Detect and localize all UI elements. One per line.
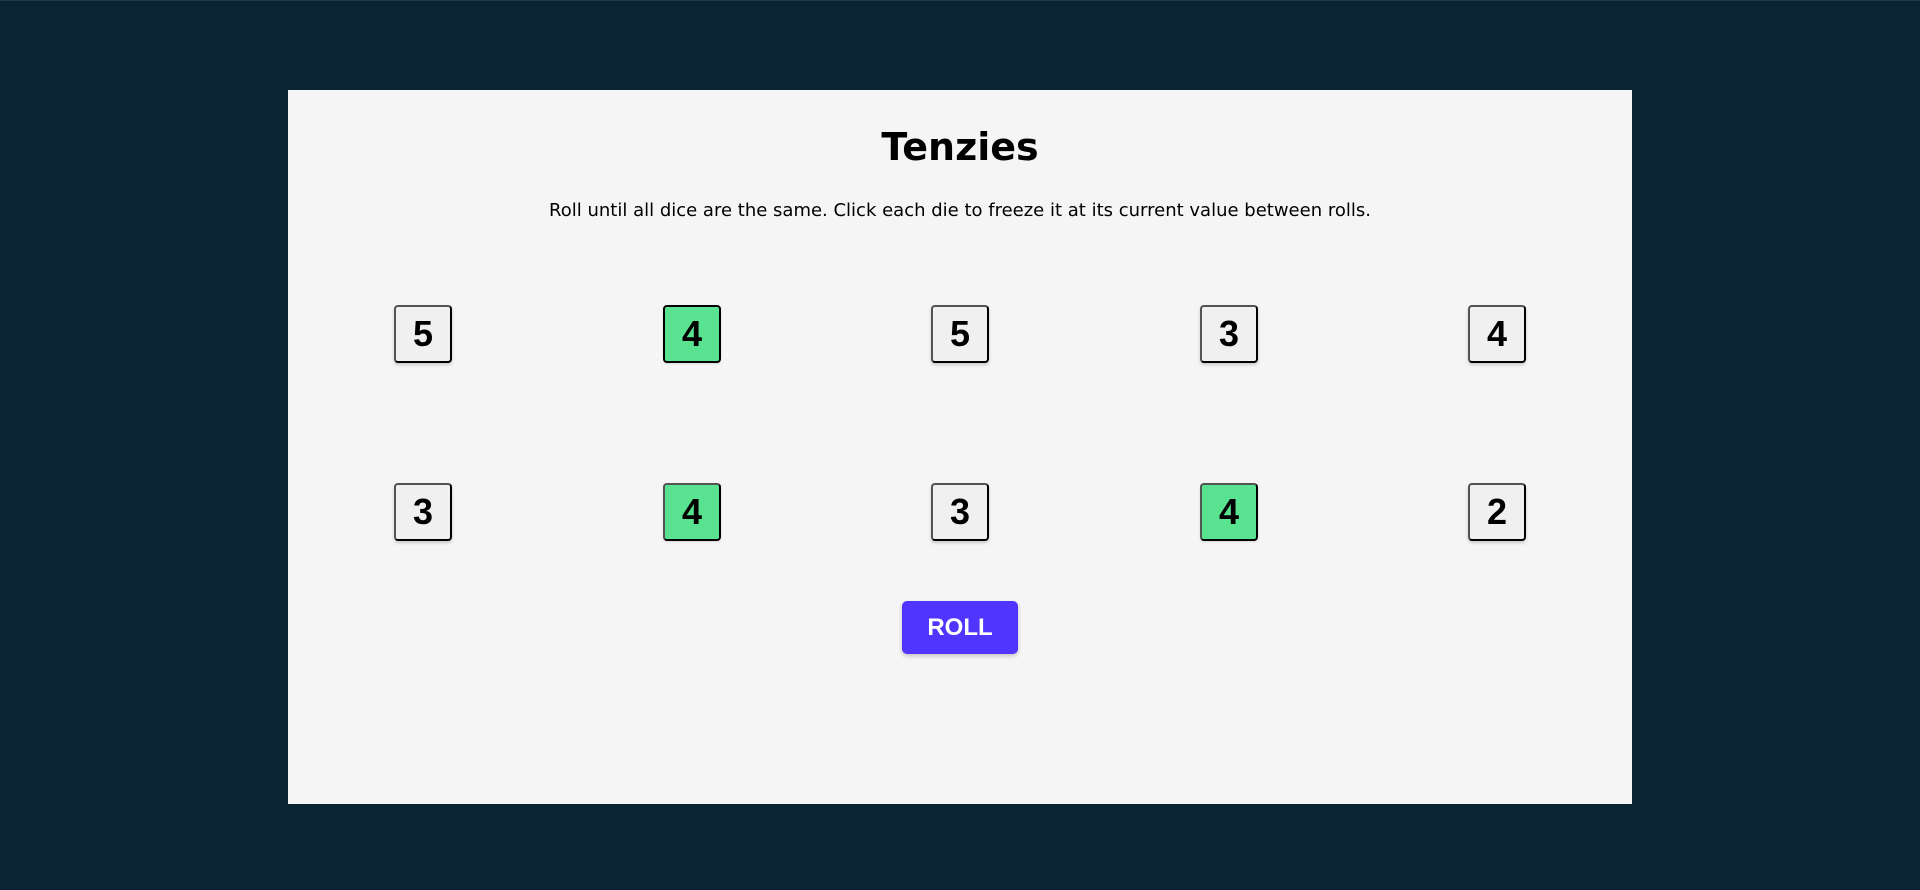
die-6-value: 3 (412, 491, 434, 532)
die-4-value: 3 (1218, 313, 1240, 354)
die-10[interactable]: 2 (1468, 483, 1526, 541)
game-board: Tenzies Roll until all dice are the same… (288, 90, 1632, 804)
die-3-value: 5 (949, 313, 971, 354)
die-10-value: 2 (1486, 491, 1508, 532)
die-5-value: 4 (1486, 313, 1508, 354)
die-7-value: 4 (681, 491, 703, 532)
top-border (0, 0, 1920, 1)
die-1[interactable]: 5 (394, 305, 452, 363)
die-9[interactable]: 4 (1200, 483, 1258, 541)
die-7[interactable]: 4 (663, 483, 721, 541)
dice-grid: 5 4 5 3 4 3 4 3 4 2 (288, 90, 1632, 804)
die-8-value: 3 (949, 491, 971, 532)
die-5[interactable]: 4 (1468, 305, 1526, 363)
die-8[interactable]: 3 (931, 483, 989, 541)
die-2-value: 4 (681, 313, 703, 354)
die-1-value: 5 (412, 313, 434, 354)
die-4[interactable]: 3 (1200, 305, 1258, 363)
die-3[interactable]: 5 (931, 305, 989, 363)
die-9-value: 4 (1218, 491, 1240, 532)
die-2[interactable]: 4 (663, 305, 721, 363)
roll-button[interactable]: ROLL (902, 601, 1018, 654)
die-6[interactable]: 3 (394, 483, 452, 541)
